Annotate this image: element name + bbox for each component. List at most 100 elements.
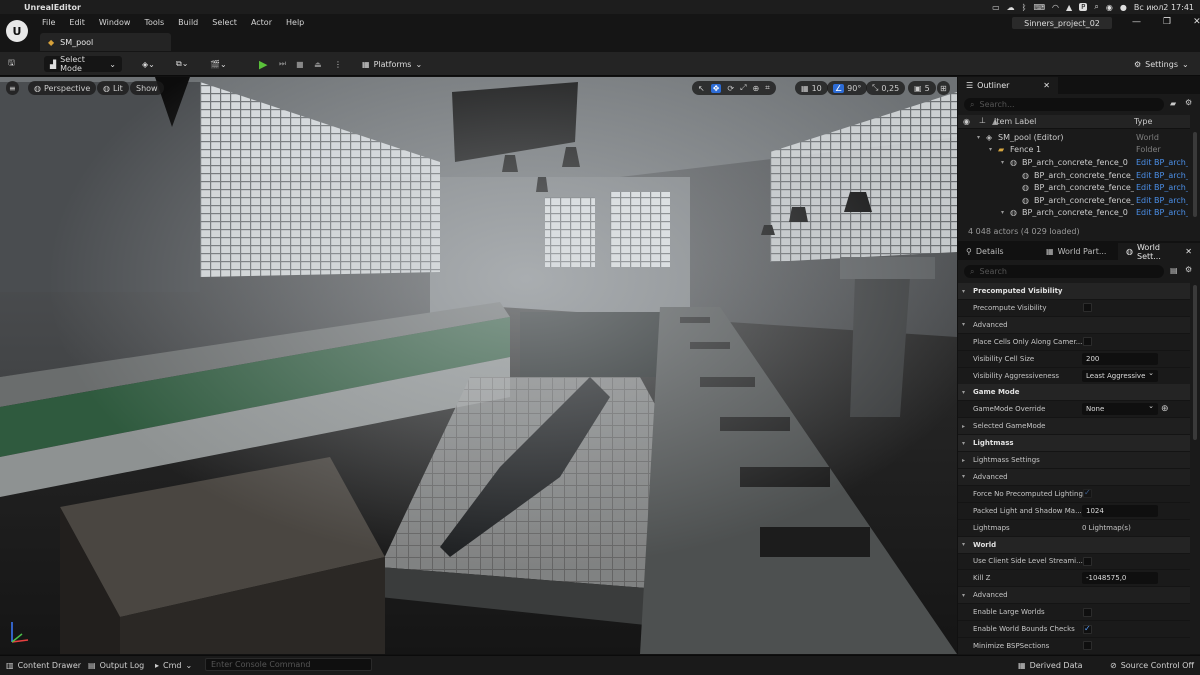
eject-button[interactable]: ⏏ <box>314 56 322 72</box>
outliner-row[interactable]: ▾ ▰ Fence 1 Folder <box>958 144 1190 157</box>
tab-world-settings[interactable]: ◍ World Sett... ✕ <box>1118 243 1200 261</box>
subcategory-header[interactable]: ▸ Lightmass Settings <box>958 452 1190 469</box>
category-header[interactable]: ▾ Game Mode <box>958 384 1190 402</box>
subcategory-header[interactable]: ▾ Advanced <box>958 468 1190 486</box>
stop-button[interactable]: ■ <box>296 56 304 72</box>
expand-arrow-icon[interactable]: ▸ <box>962 423 965 430</box>
outliner-row[interactable]: ▾ ◍ BP_arch_concrete_fence_0 Edit BP_arch_c <box>958 207 1190 220</box>
outliner-row-type[interactable]: Edit BP_arch_c <box>1136 158 1188 167</box>
outliner-search-input[interactable]: ⌕ Search... <box>964 98 1164 111</box>
menu-actor[interactable]: Actor <box>251 18 272 27</box>
creative-cloud-icon[interactable]: ☁ <box>1007 3 1015 12</box>
tab-details[interactable]: ⚲ Details <box>958 243 1038 260</box>
mac-clock[interactable]: Вс июл2 17:41 <box>1134 3 1194 12</box>
outliner-row[interactable]: ◍ BP_arch_concrete_fence_Edit BP_arch_c <box>958 181 1190 194</box>
expand-arrow-icon[interactable]: ▾ <box>962 440 965 447</box>
outliner-row[interactable]: ◍ BP_arch_concrete_fence_Edit BP_arch_c <box>958 194 1190 207</box>
outliner-row-type[interactable]: Edit BP_arch_c <box>1136 196 1188 205</box>
settings-button[interactable]: ⚙ Settings ⌄ <box>1134 56 1189 72</box>
outliner-row[interactable]: ▾ ◍ BP_arch_concrete_fence_0 Edit BP_arch_c <box>958 156 1190 169</box>
viewport-options-button[interactable]: ≡ <box>6 81 19 95</box>
outliner-row-type[interactable]: Edit BP_arch_c <box>1136 208 1188 217</box>
app-status-icon[interactable]: P <box>1079 3 1088 11</box>
expand-arrow-icon[interactable]: ▸ <box>962 457 965 464</box>
property-value-input[interactable]: 1024 <box>1082 504 1158 517</box>
bluetooth-icon[interactable]: ᛒ <box>1022 3 1027 12</box>
gear-icon[interactable]: ⚙ <box>1185 265 1192 274</box>
expand-arrow-icon[interactable]: ▾ <box>962 321 965 328</box>
category-header[interactable]: ▾ Lightmass <box>958 435 1190 453</box>
expand-arrow-icon[interactable]: ▾ <box>962 541 965 548</box>
tab-outliner[interactable]: ☰ Outliner ✕ <box>958 77 1058 94</box>
keyboard-layout-icon[interactable]: ⌨ <box>1033 3 1045 12</box>
details-scrollbar[interactable] <box>1193 285 1197 440</box>
maximize-icon[interactable]: ❐ <box>1163 17 1171 27</box>
screen-mirror-icon[interactable]: ▭ <box>992 3 1000 12</box>
property-checkbox[interactable] <box>1083 556 1092 566</box>
scale-snap-button[interactable]: ⤡ 0,25 <box>866 81 906 95</box>
outliner-row-type[interactable]: Edit BP_arch_c <box>1136 171 1188 180</box>
add-actor-button[interactable]: ◈⌄ <box>142 56 155 72</box>
grid-snap-button[interactable]: ▦ 10 <box>795 81 828 95</box>
property-checkbox[interactable] <box>1083 607 1092 617</box>
property-dropdown[interactable]: None ⌄ <box>1082 402 1158 416</box>
menu-window[interactable]: Window <box>99 18 131 27</box>
subcategory-header[interactable]: ▾ Advanced <box>958 587 1190 605</box>
outliner-scrollbar[interactable] <box>1193 132 1197 217</box>
menu-file[interactable]: File <box>42 18 55 27</box>
expand-arrow-icon[interactable]: ▾ <box>989 146 992 153</box>
folder-add-icon[interactable]: ▰ <box>1170 99 1176 108</box>
property-checkbox[interactable] <box>1083 337 1092 347</box>
wifi-icon[interactable]: ◠ <box>1052 3 1059 12</box>
platforms-dropdown[interactable]: ▦ Platforms ⌄ <box>362 56 422 72</box>
menu-tools[interactable]: Tools <box>144 18 164 27</box>
menu-help[interactable]: Help <box>286 18 304 27</box>
source-control-button[interactable]: ⊘ Source Control Off <box>1110 659 1194 671</box>
outliner-row[interactable]: ◍ BP_arch_concrete_fence_Edit BP_arch_c <box>958 169 1190 182</box>
select-tool-icon[interactable]: ↖ <box>698 84 705 93</box>
blueprint-button[interactable]: ⧉⌄ <box>176 56 188 72</box>
expand-arrow-icon[interactable]: ▾ <box>977 134 980 141</box>
search-icon[interactable]: ⌕ <box>1094 2 1098 12</box>
close-window-icon[interactable]: ✕ <box>1193 17 1200 27</box>
subcategory-header[interactable]: ▸ Selected GameMode <box>958 418 1190 436</box>
pin-icon[interactable]: ⊥ <box>979 116 986 125</box>
scale-tool-icon[interactable]: ⤢ <box>740 83 746 93</box>
eye-icon[interactable]: ◉ <box>963 117 970 126</box>
control-center-icon[interactable]: ◉ <box>1106 3 1113 12</box>
rotation-snap-button[interactable]: ∠ 90° <box>827 81 868 95</box>
close-icon[interactable]: ✕ <box>1185 247 1192 256</box>
details-search-input[interactable]: ⌕ Search <box>964 265 1164 278</box>
content-drawer-button[interactable]: ▥ Content Drawer <box>6 659 81 671</box>
output-log-button[interactable]: ▤ Output Log <box>88 659 144 671</box>
menu-build[interactable]: Build <box>178 18 198 27</box>
lit-button[interactable]: ◍ Lit <box>97 81 129 95</box>
col-item-label[interactable]: Item Label <box>994 117 1036 126</box>
property-checkbox[interactable] <box>1083 303 1092 313</box>
move-tool-icon[interactable]: ✥ <box>710 83 722 93</box>
rotate-tool-icon[interactable]: ⟳ <box>727 84 734 93</box>
step-button[interactable]: ⏭ <box>279 56 286 72</box>
expand-arrow-icon[interactable]: ▾ <box>1001 159 1004 166</box>
cinematics-button[interactable]: 🎬⌄ <box>210 56 227 72</box>
property-checkbox[interactable] <box>1083 488 1092 499</box>
property-checkbox[interactable] <box>1083 641 1092 651</box>
outliner-row-type[interactable]: Edit BP_arch_c <box>1136 183 1188 192</box>
expand-arrow-icon[interactable]: ▾ <box>962 473 965 480</box>
show-button[interactable]: Show <box>130 81 164 95</box>
gear-icon[interactable]: ⚙ <box>1185 98 1192 107</box>
cmd-dropdown[interactable]: ▸ Cmd ⌄ <box>155 659 192 671</box>
category-header[interactable]: ▾ World <box>958 536 1190 554</box>
console-input[interactable]: Enter Console Command <box>205 658 372 671</box>
menu-edit[interactable]: Edit <box>69 18 85 27</box>
save-button[interactable]: 🖫 <box>8 56 15 72</box>
category-header[interactable]: ▾ Precomputed Visibility <box>958 283 1190 300</box>
viewport-layout-button[interactable]: ⊞ <box>937 81 950 95</box>
outliner-row[interactable]: ▾ ◈ SM_pool (Editor) World <box>958 131 1190 144</box>
world-space-icon[interactable]: ⊕ <box>753 84 760 93</box>
perspective-button[interactable]: ◍ Perspective <box>28 81 97 95</box>
expand-arrow-icon[interactable]: ▾ <box>962 288 965 295</box>
camera-speed-button[interactable]: ▣ 5 <box>908 81 936 95</box>
play-button[interactable]: ▶ <box>259 56 267 72</box>
subcategory-header[interactable]: ▾ Advanced <box>958 316 1190 334</box>
